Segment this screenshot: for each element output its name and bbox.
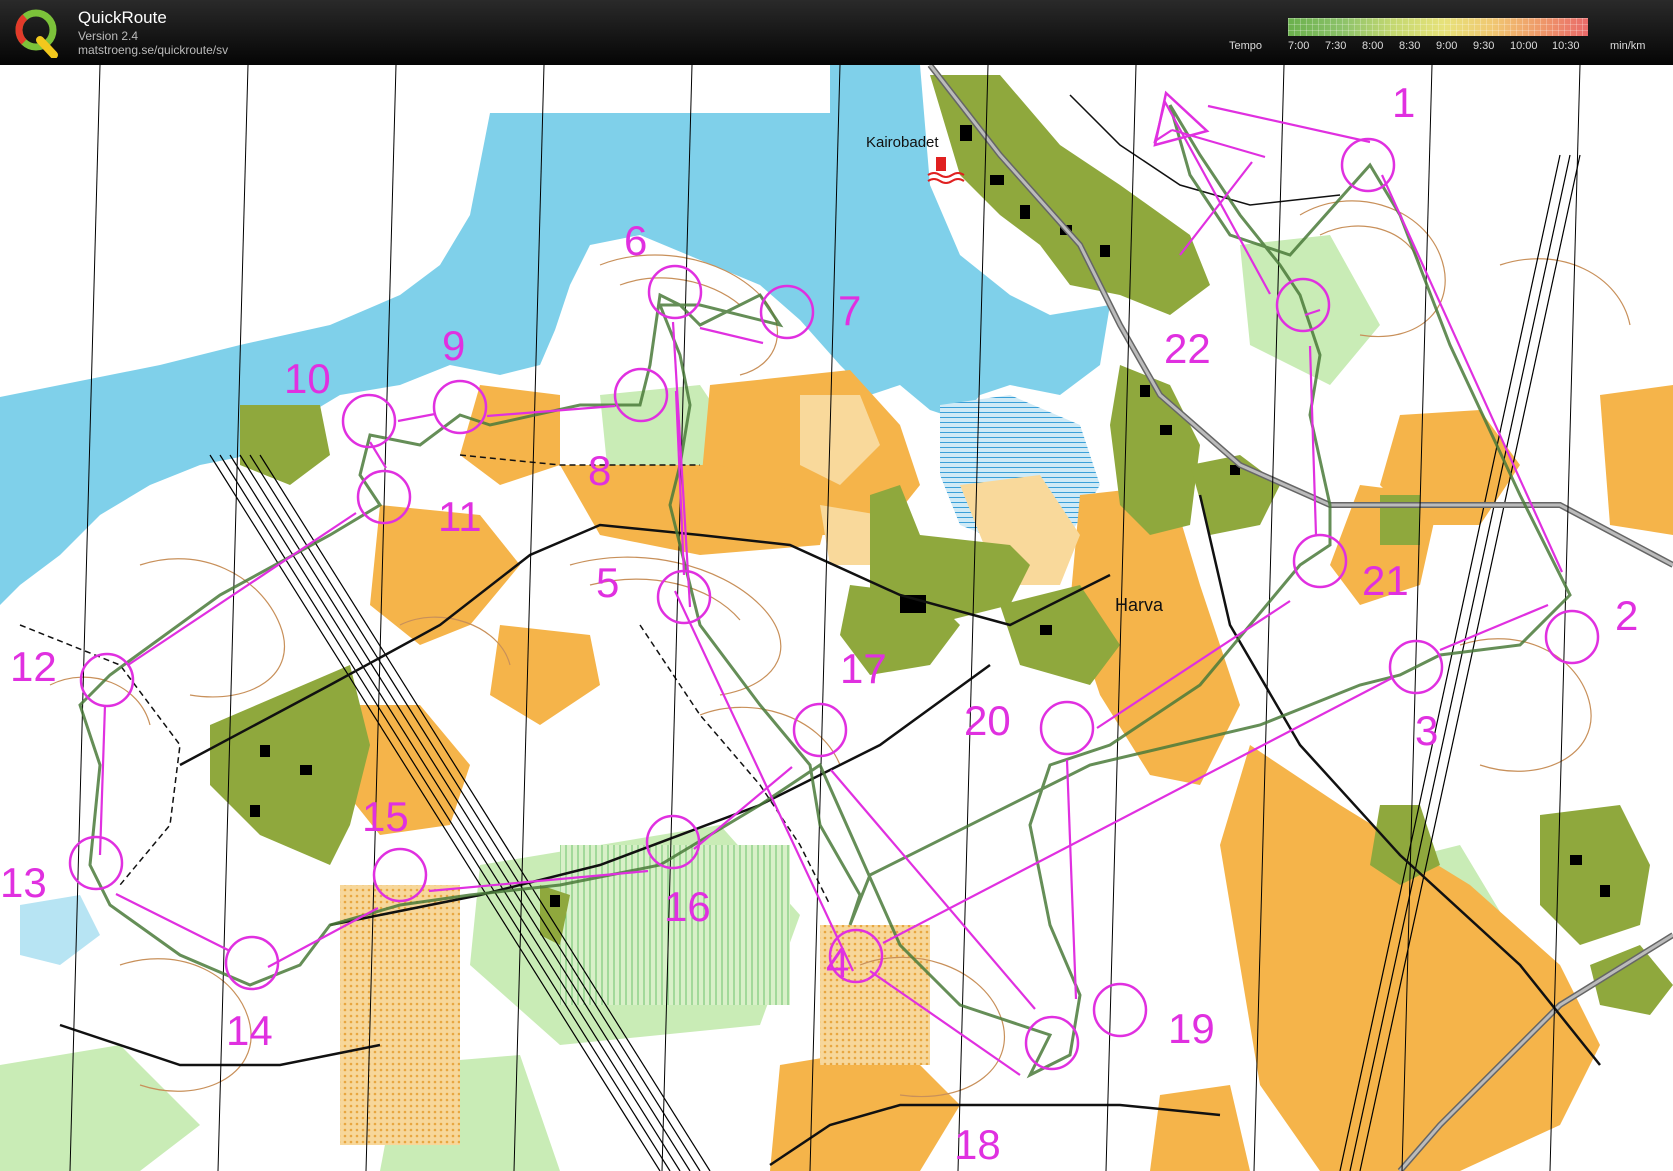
control-number-6: 6: [624, 217, 647, 264]
control-number-9: 9: [442, 322, 465, 369]
control-number-14: 14: [226, 1007, 273, 1054]
control-number-13: 13: [0, 859, 47, 906]
tempo-tick: 7:00: [1288, 40, 1310, 52]
tempo-unit: min/km: [1610, 40, 1646, 52]
control-number-2: 2: [1615, 592, 1638, 639]
control-number-3: 3: [1415, 707, 1438, 754]
control-number-4: 4: [826, 939, 849, 986]
tempo-tick: 8:00: [1362, 40, 1384, 52]
app-title: QuickRoute: [78, 8, 167, 27]
place-label-kairobadet: Kairobadet: [866, 134, 939, 151]
control-number-8: 8: [588, 447, 611, 494]
app-url: matstroeng.se/quickroute/sv: [78, 43, 229, 57]
control-number-5: 5: [596, 559, 619, 606]
control-number-7: 7: [838, 287, 861, 334]
tempo-tick: 8:30: [1399, 40, 1421, 52]
tempo-tick: 9:00: [1436, 40, 1458, 52]
control-number-10: 10: [284, 355, 331, 402]
control-number-15: 15: [362, 793, 409, 840]
app-header: QuickRoute Version 2.4 matstroeng.se/qui…: [0, 0, 1673, 65]
tempo-caption: Tempo: [1229, 40, 1263, 52]
control-number-11: 11: [438, 493, 482, 540]
tempo-tick: 9:30: [1473, 40, 1495, 52]
control-number-19: 19: [1168, 1005, 1215, 1052]
map-canvas[interactable]: 1 2 3 4 5 6 7 8 9 10 11 12 13 14 15 16 1…: [0, 65, 1673, 1171]
rough-open-land-dotted: [340, 885, 460, 1145]
tempo-tick: 7:30: [1325, 40, 1347, 52]
app-version: Version 2.4: [78, 29, 139, 43]
orienteering-map[interactable]: 1 2 3 4 5 6 7 8 9 10 11 12 13 14 15 16 1…: [0, 65, 1673, 1171]
tempo-legend: Tempo 7:00 7:30 8:00 8:30 9:00 9:30 10:0…: [1225, 18, 1665, 58]
control-number-1: 1: [1392, 79, 1415, 126]
control-number-20: 20: [964, 697, 1011, 744]
control-number-17: 17: [840, 645, 887, 692]
place-label-harva: Harva: [1115, 595, 1164, 615]
control-number-18: 18: [954, 1121, 1001, 1168]
control-number-12: 12: [10, 643, 57, 690]
tempo-color-scale: [1288, 18, 1588, 36]
control-number-22: 22: [1164, 325, 1211, 372]
tempo-tick: 10:00: [1510, 40, 1538, 52]
control-number-16: 16: [664, 883, 711, 930]
tempo-tick: 10:30: [1552, 40, 1580, 52]
quickroute-logo-icon: [15, 9, 58, 58]
control-number-21: 21: [1362, 557, 1409, 604]
